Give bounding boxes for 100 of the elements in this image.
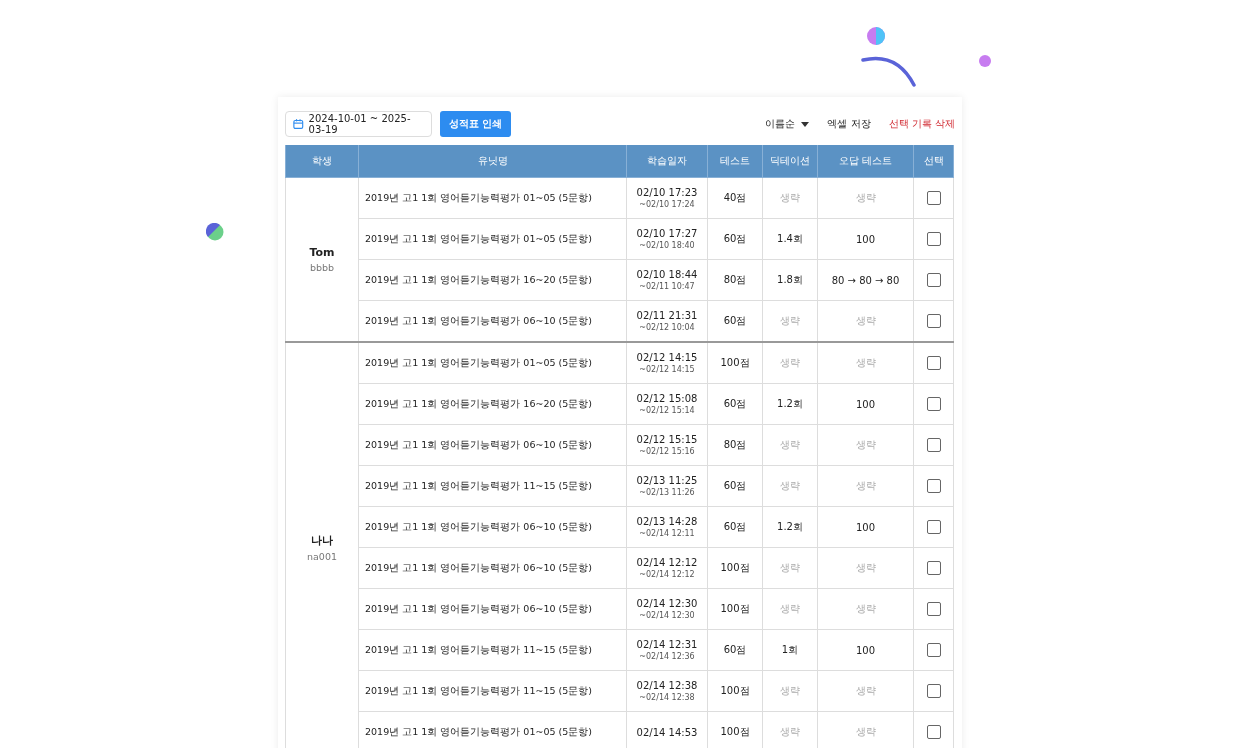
caret-icon bbox=[801, 121, 810, 127]
column-header: 학생 bbox=[285, 145, 359, 178]
student-id: bbbb bbox=[308, 262, 336, 273]
student-name: Tom bbox=[308, 246, 336, 259]
wrong-answer-test-cell: 생략 bbox=[817, 670, 914, 712]
select-checkbox[interactable] bbox=[926, 520, 941, 534]
test-score-cell: 60점 bbox=[707, 506, 763, 548]
wrong-answer-test-cell: 100 bbox=[817, 383, 914, 425]
start-time: 02/12 15:15 bbox=[635, 434, 699, 445]
start-time: 02/10 18:44 bbox=[635, 269, 699, 280]
end-time: ~02/12 10:04 bbox=[638, 323, 696, 332]
calendar-icon bbox=[293, 118, 304, 130]
select-checkbox[interactable] bbox=[926, 273, 941, 287]
test-score-cell: 100점 bbox=[707, 588, 763, 630]
wrong-answer-test-cell: 생략 bbox=[817, 424, 914, 466]
wrong-answer-test-cell: 100 bbox=[817, 629, 914, 671]
dictation-cell: 1.8회 bbox=[762, 259, 818, 301]
column-header: 딕테이션 bbox=[762, 145, 818, 178]
wrong-answer-test-cell: 80 → 80 → 80 bbox=[817, 259, 914, 301]
dictation-cell: 생략 bbox=[762, 670, 818, 712]
select-checkbox[interactable] bbox=[926, 602, 941, 616]
test-score-cell: 80점 bbox=[707, 259, 763, 301]
end-time: ~02/14 12:36 bbox=[638, 652, 696, 661]
dictation-cell: 1.2회 bbox=[762, 383, 818, 425]
unit-name-cell: 2019년 고1 1회 영어듣기능력평가 06~10 (5문항) bbox=[358, 547, 627, 589]
test-score-cell: 60점 bbox=[707, 629, 763, 671]
select-checkbox[interactable] bbox=[926, 191, 941, 205]
select-checkbox[interactable] bbox=[926, 438, 941, 452]
select-checkbox[interactable] bbox=[926, 232, 941, 246]
start-time: 02/14 14:53 bbox=[635, 726, 699, 738]
select-checkbox[interactable] bbox=[926, 356, 941, 370]
end-time: ~02/12 14:15 bbox=[638, 365, 696, 374]
column-header: 테스트 bbox=[707, 145, 763, 178]
end-time: ~02/12 15:16 bbox=[638, 447, 696, 456]
column-header: 오답 테스트 bbox=[817, 145, 914, 178]
unit-name-cell: 2019년 고1 1회 영어듣기능력평가 01~05 (5문항) bbox=[358, 342, 627, 384]
decoration-arc-icon bbox=[861, 54, 917, 88]
start-time: 02/13 14:28 bbox=[635, 516, 699, 527]
end-time: ~02/14 12:11 bbox=[638, 529, 696, 538]
unit-name-cell: 2019년 고1 1회 영어듣기능력평가 01~05 (5문항) bbox=[358, 218, 627, 260]
student-name: 나나 bbox=[310, 533, 334, 548]
wrong-answer-test-cell: 생략 bbox=[817, 177, 914, 219]
test-score-cell: 60점 bbox=[707, 465, 763, 507]
start-time: 02/10 17:27 bbox=[635, 228, 699, 239]
unit-name-cell: 2019년 고1 1회 영어듣기능력평가 01~05 (5문항) bbox=[358, 177, 627, 219]
dictation-cell: 1회 bbox=[762, 629, 818, 671]
column-header: 선택 bbox=[913, 145, 954, 178]
end-time: ~02/13 11:26 bbox=[638, 488, 696, 497]
dictation-cell: 생략 bbox=[762, 424, 818, 466]
test-score-cell: 100점 bbox=[707, 342, 763, 384]
dictation-cell: 생략 bbox=[762, 342, 818, 384]
start-time: 02/14 12:31 bbox=[635, 639, 699, 650]
wrong-answer-test-cell: 생략 bbox=[817, 547, 914, 589]
select-checkbox[interactable] bbox=[926, 725, 941, 739]
start-time: 02/13 11:25 bbox=[635, 475, 699, 486]
wrong-answer-test-cell: 생략 bbox=[817, 342, 914, 384]
select-checkbox[interactable] bbox=[926, 479, 941, 493]
column-header: 학습일자 bbox=[626, 145, 708, 178]
test-score-cell: 40점 bbox=[707, 177, 763, 219]
unit-name-cell: 2019년 고1 1회 영어듣기능력평가 06~10 (5문항) bbox=[358, 424, 627, 466]
end-time: ~02/14 12:12 bbox=[638, 570, 696, 579]
test-score-cell: 60점 bbox=[707, 218, 763, 260]
unit-name-cell: 2019년 고1 1회 영어듣기능력평가 06~10 (5문항) bbox=[358, 588, 627, 630]
end-time: ~02/12 15:14 bbox=[638, 406, 696, 415]
student-id: na001 bbox=[306, 551, 338, 562]
end-time: ~02/14 12:38 bbox=[638, 693, 696, 702]
excel-save-button[interactable]: 엑셀 저장 bbox=[822, 117, 876, 131]
sort-dropdown[interactable]: 이름순 bbox=[760, 117, 815, 131]
start-time: 02/14 12:30 bbox=[635, 598, 699, 609]
decoration-dot-icon bbox=[206, 223, 224, 241]
select-checkbox[interactable] bbox=[926, 684, 941, 698]
delete-selected-button[interactable]: 선택 기록 삭제 bbox=[883, 117, 955, 131]
end-time: ~02/10 18:40 bbox=[638, 241, 696, 250]
select-checkbox[interactable] bbox=[926, 314, 941, 328]
dictation-cell: 1.2회 bbox=[762, 506, 818, 548]
start-time: 02/10 17:23 bbox=[635, 187, 699, 198]
dictation-cell: 생략 bbox=[762, 177, 818, 219]
unit-name-cell: 2019년 고1 1회 영어듣기능력평가 11~15 (5문항) bbox=[358, 465, 627, 507]
dictation-cell: 생략 bbox=[762, 547, 818, 589]
dictation-cell: 생략 bbox=[762, 588, 818, 630]
unit-name-cell: 2019년 고1 1회 영어듣기능력평가 06~10 (5문항) bbox=[358, 506, 627, 548]
unit-name-cell: 2019년 고1 1회 영어듣기능력평가 11~15 (5문항) bbox=[358, 629, 627, 671]
decoration-dot-icon bbox=[979, 55, 991, 67]
select-checkbox[interactable] bbox=[926, 643, 941, 657]
test-score-cell: 100점 bbox=[707, 670, 763, 712]
dictation-cell: 생략 bbox=[762, 465, 818, 507]
wrong-answer-test-cell: 100 bbox=[817, 506, 914, 548]
end-time: ~02/14 12:30 bbox=[638, 611, 696, 620]
start-time: 02/12 15:08 bbox=[635, 393, 699, 404]
test-score-cell: 60점 bbox=[707, 383, 763, 425]
dictation-cell: 1.4회 bbox=[762, 218, 818, 260]
unit-name-cell: 2019년 고1 1회 영어듣기능력평가 16~20 (5문항) bbox=[358, 259, 627, 301]
wrong-answer-test-cell: 생략 bbox=[817, 588, 914, 630]
unit-name-cell: 2019년 고1 1회 영어듣기능력평가 11~15 (5문항) bbox=[358, 670, 627, 712]
start-time: 02/12 14:15 bbox=[635, 352, 699, 363]
select-checkbox[interactable] bbox=[926, 397, 941, 411]
date-range-field[interactable]: 2024-10-01 ~ 2025-03-19 bbox=[285, 111, 432, 137]
test-score-cell: 80점 bbox=[707, 424, 763, 466]
end-time: ~02/11 10:47 bbox=[638, 282, 696, 291]
select-checkbox[interactable] bbox=[926, 561, 941, 575]
